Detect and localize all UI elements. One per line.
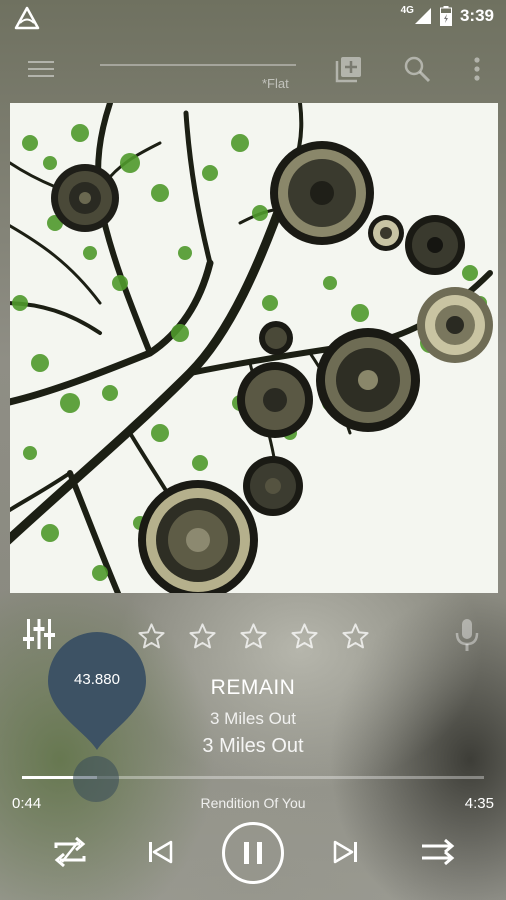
top-toolbar: *Flat bbox=[0, 44, 506, 94]
rating-star-icon[interactable] bbox=[188, 622, 217, 651]
rating-star-icon[interactable] bbox=[341, 622, 370, 651]
preset-divider bbox=[100, 64, 296, 66]
repeat-icon[interactable] bbox=[50, 832, 90, 872]
skip-previous-icon[interactable] bbox=[140, 832, 180, 872]
album-art[interactable] bbox=[10, 103, 498, 593]
signal-icon bbox=[414, 8, 431, 24]
skip-next-icon[interactable] bbox=[326, 832, 366, 872]
rating-star-icon[interactable] bbox=[239, 622, 268, 651]
app-logo-icon bbox=[14, 6, 40, 30]
pause-icon bbox=[244, 842, 262, 864]
network-type-label: 4G bbox=[400, 4, 414, 16]
more-vert-icon[interactable] bbox=[462, 54, 492, 84]
search-icon[interactable] bbox=[402, 54, 432, 84]
pause-button[interactable] bbox=[222, 822, 284, 884]
seek-bubble-value: 43.880 bbox=[74, 671, 120, 688]
total-time: 4:35 bbox=[464, 795, 494, 812]
next-track-label: Rendition Of You bbox=[200, 795, 306, 811]
status-indicators: 4G 3:39 bbox=[400, 4, 494, 26]
eq-preset-label[interactable]: *Flat bbox=[262, 76, 289, 91]
status-time: 3:39 bbox=[459, 6, 494, 25]
battery-icon bbox=[439, 6, 452, 26]
player-screen: 4G 3:39 *Flat REMAIN 3 Miles Out 3 Miles… bbox=[0, 0, 506, 900]
menu-icon[interactable] bbox=[26, 54, 56, 84]
album-art-image bbox=[10, 103, 493, 593]
add-to-queue-icon[interactable] bbox=[334, 54, 364, 84]
seek-bubble bbox=[48, 632, 146, 750]
rating-stars bbox=[137, 622, 370, 651]
status-bar: 4G 3:39 bbox=[0, 0, 506, 36]
shuffle-icon[interactable] bbox=[418, 832, 458, 872]
microphone-icon[interactable] bbox=[454, 618, 480, 652]
rating-star-icon[interactable] bbox=[290, 622, 319, 651]
